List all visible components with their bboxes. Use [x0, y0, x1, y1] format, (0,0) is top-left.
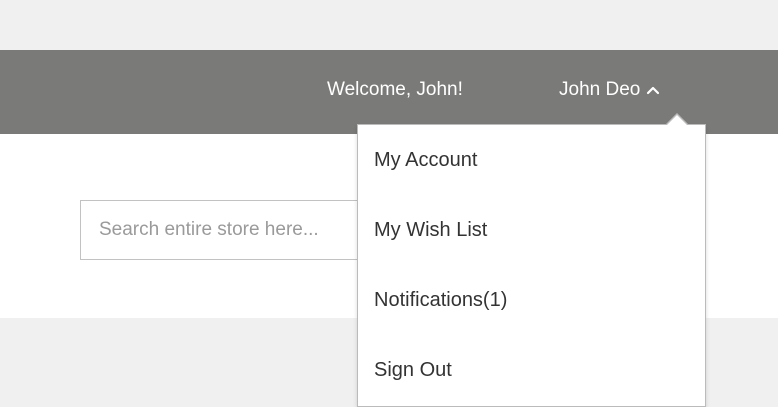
menu-item-my-account[interactable]: My Account	[358, 125, 705, 195]
account-menu-list: My Account My Wish List Notifications(1)…	[358, 125, 705, 405]
menu-item-my-wish-list[interactable]: My Wish List	[358, 195, 705, 265]
top-strip	[0, 0, 778, 50]
welcome-message: Welcome, John!	[327, 79, 463, 100]
menu-item-sign-out[interactable]: Sign Out	[358, 335, 705, 405]
account-menu-toggle[interactable]: John Deo	[559, 78, 660, 102]
chevron-up-icon	[647, 86, 660, 95]
account-dropdown: My Account My Wish List Notifications(1)…	[357, 124, 706, 407]
menu-item-notifications[interactable]: Notifications(1)	[358, 265, 705, 335]
account-name: John Deo	[559, 79, 641, 100]
dropdown-arrow-fill	[666, 115, 688, 126]
search-input[interactable]	[80, 200, 380, 260]
